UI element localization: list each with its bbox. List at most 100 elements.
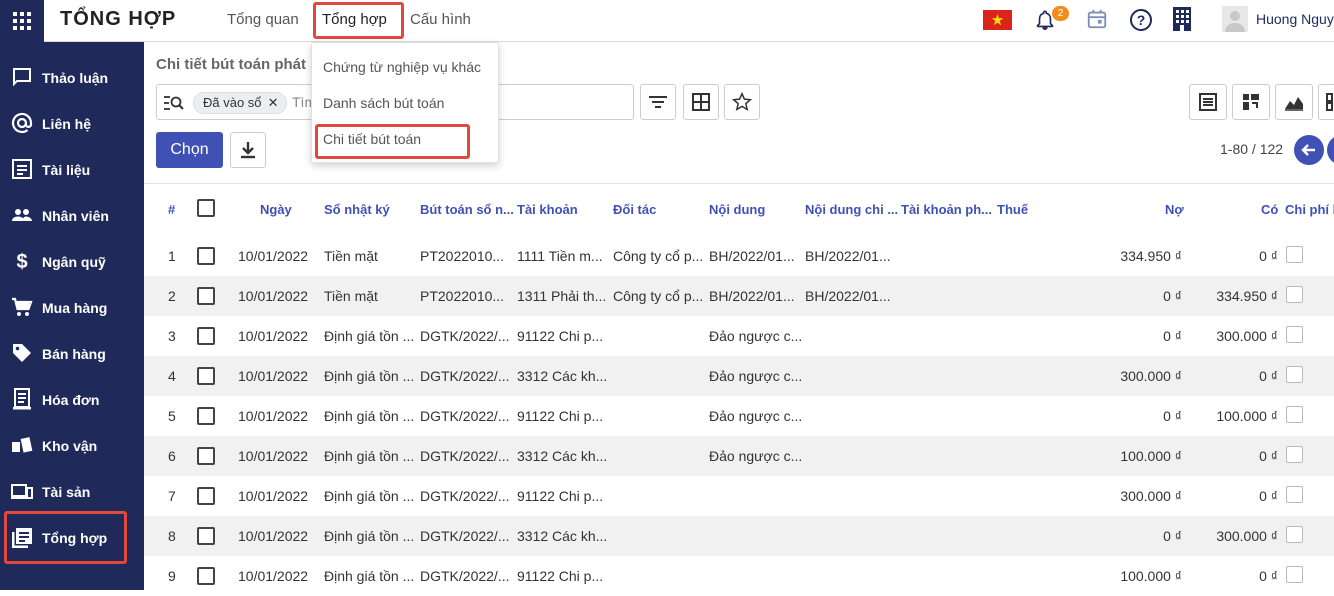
table-row[interactable]: 4 10/01/2022 Định giá tồn ... DGTK/2022/...… <box>144 356 1334 396</box>
row-checkbox[interactable] <box>197 487 215 505</box>
cell-but-toan: DGTK/2022/... <box>420 328 510 344</box>
breadcrumb[interactable]: Chi tiết bút toán phát si <box>156 56 323 73</box>
close-icon[interactable]: ✕ <box>268 95 279 111</box>
download-button[interactable] <box>230 132 266 168</box>
filter-icon <box>649 96 667 108</box>
row-checkbox[interactable] <box>197 287 215 305</box>
notification-badge: 2 <box>1052 6 1069 21</box>
cell-ngay: 10/01/2022 <box>238 568 309 584</box>
svg-text:?: ? <box>1137 12 1146 28</box>
list-view-button[interactable] <box>1189 84 1227 120</box>
pager-next-button[interactable] <box>1327 135 1334 165</box>
column-header-no[interactable]: Nợ <box>1165 202 1184 217</box>
cell-so-nhat-ky: Định giá tồn ... <box>324 568 415 584</box>
company-icon[interactable] <box>1172 6 1192 37</box>
cost-checkbox[interactable] <box>1286 366 1303 383</box>
table-row[interactable]: 3 10/01/2022 Định giá tồn ... DGTK/2022/...… <box>144 316 1334 356</box>
column-header-chi-phi[interactable]: Chi phí k <box>1285 202 1334 217</box>
table-row[interactable]: 5 10/01/2022 Định giá tồn ... DGTK/2022/...… <box>144 396 1334 436</box>
sidebar-item-label: Hóa đơn <box>42 392 100 408</box>
column-header-tai-khoan[interactable]: Tài khoản <box>517 202 578 217</box>
sidebar-item-kho-van[interactable]: Kho vận <box>0 433 144 473</box>
sidebar-item-label: Nhân viên <box>42 208 109 224</box>
pager-previous-button[interactable] <box>1294 135 1324 165</box>
cell-but-toan: PT2022010... <box>420 248 505 264</box>
table-row[interactable]: 9 10/01/2022 Định giá tồn ... DGTK/2022/...… <box>144 556 1334 596</box>
cost-checkbox[interactable] <box>1286 246 1303 263</box>
column-header-ngay[interactable]: Ngày <box>260 202 292 217</box>
menu-cau-hinh[interactable]: Cấu hình <box>410 11 471 28</box>
cost-checkbox[interactable] <box>1286 446 1303 463</box>
row-checkbox[interactable] <box>197 407 215 425</box>
menu-tong-quan[interactable]: Tổng quan <box>227 11 299 28</box>
cell-noi-dung: Đảo ngược c... <box>709 448 803 464</box>
cell-co: 0 ₫ <box>1259 568 1278 584</box>
dropdown-item-danh-sach-but-toan[interactable]: Danh sách bút toán <box>323 95 444 111</box>
cost-checkbox[interactable] <box>1286 526 1303 543</box>
pager-value[interactable]: 1-80 / 122 <box>1220 141 1283 157</box>
cell-so-nhat-ky: Định giá tồn ... <box>324 488 415 504</box>
column-header-so-nhat-ky[interactable]: Sổ nhật ký <box>324 202 390 217</box>
sidebar-item-ngan-quy[interactable]: $ Ngân quỹ <box>0 249 144 289</box>
cost-checkbox[interactable] <box>1286 486 1303 503</box>
cost-checkbox[interactable] <box>1286 286 1303 303</box>
cell-so-nhat-ky: Định giá tồn ... <box>324 448 415 464</box>
table-row[interactable]: 8 10/01/2022 Định giá tồn ... DGTK/2022/...… <box>144 516 1334 556</box>
list-view-icon <box>1199 93 1217 111</box>
row-checkbox[interactable] <box>197 527 215 545</box>
row-checkbox[interactable] <box>197 327 215 345</box>
column-header-but-toan[interactable]: Bút toán sổ n... <box>420 202 514 217</box>
cell-ngay: 10/01/2022 <box>238 368 309 384</box>
kanban-view-button[interactable] <box>1318 84 1334 120</box>
cell-tai-khoan: 3312 Các kh... <box>517 448 608 464</box>
facet-da-vao-so: Đã vào sổ ✕ <box>193 92 287 114</box>
pivot-view-button[interactable] <box>1232 84 1270 120</box>
sidebar-item-label: Kho vận <box>42 438 98 454</box>
cost-checkbox[interactable] <box>1286 326 1303 343</box>
highlight-box-dropdown <box>315 124 470 159</box>
column-header-thue[interactable]: Thuế <box>997 202 1028 217</box>
filter-button[interactable] <box>640 84 676 120</box>
cell-so-nhat-ky: Định giá tồn ... <box>324 328 415 344</box>
group-by-button[interactable] <box>683 84 719 120</box>
avatar[interactable] <box>1222 6 1248 37</box>
column-header-noi-dung-chi-tiet[interactable]: Nội dung chi ... <box>805 202 898 217</box>
graph-view-button[interactable] <box>1275 84 1313 120</box>
cell-ngay: 10/01/2022 <box>238 328 309 344</box>
sidebar-item-nhan-vien[interactable]: Nhân viên <box>0 203 144 243</box>
sidebar-item-mua-hang[interactable]: Mua hàng <box>0 295 144 335</box>
cell-noi-dung: BH/2022/01... <box>709 248 795 264</box>
column-header-co[interactable]: Có <box>1261 202 1278 217</box>
dropdown-item-chung-tu[interactable]: Chứng từ nghiệp vụ khác <box>323 59 481 75</box>
sidebar-item-tai-lieu[interactable]: Tài liệu <box>0 157 144 197</box>
help-icon[interactable]: ? <box>1129 8 1153 37</box>
favorites-button[interactable] <box>724 84 760 120</box>
cell-number: 2 <box>168 288 176 304</box>
column-header-tai-khoan-phu[interactable]: Tài khoản ph... <box>901 202 992 217</box>
row-checkbox[interactable] <box>197 367 215 385</box>
select-all-checkbox[interactable] <box>197 199 215 217</box>
cost-checkbox[interactable] <box>1286 406 1303 423</box>
select-button[interactable]: Chọn <box>156 132 223 168</box>
sidebar-item-hoa-don[interactable]: Hóa đơn <box>0 387 144 427</box>
column-header-noi-dung[interactable]: Nội dung <box>709 202 765 217</box>
user-name[interactable]: Huong Nguye <box>1256 11 1334 27</box>
column-header-doi-tac[interactable]: Đối tác <box>613 202 656 217</box>
sidebar-item-lien-he[interactable]: Liên hệ <box>0 111 144 151</box>
row-checkbox[interactable] <box>197 567 215 585</box>
apps-menu-button[interactable] <box>0 0 44 42</box>
calendar-icon[interactable] <box>1086 8 1108 35</box>
cell-tai-khoan: 3312 Các kh... <box>517 528 608 544</box>
sidebar-item-thao-luan[interactable]: Thảo luận <box>0 65 144 105</box>
vietnam-flag-icon[interactable] <box>983 10 1012 35</box>
table-row[interactable]: 6 10/01/2022 Định giá tồn ... DGTK/2022/...… <box>144 436 1334 476</box>
sidebar-item-label: Tài sản <box>42 484 91 500</box>
table-row[interactable]: 1 10/01/2022 Tiền mặt PT2022010... 1111 Tiền… <box>144 236 1334 276</box>
cart-icon <box>12 297 33 316</box>
row-checkbox[interactable] <box>197 247 215 265</box>
sidebar-item-ban-hang[interactable]: Bán hàng <box>0 341 144 381</box>
table-row[interactable]: 2 10/01/2022 Tiền mặt PT2022010... 1311 Phải… <box>144 276 1334 316</box>
row-checkbox[interactable] <box>197 447 215 465</box>
table-row[interactable]: 7 10/01/2022 Định giá tồn ... DGTK/2022/...… <box>144 476 1334 516</box>
cost-checkbox[interactable] <box>1286 566 1303 583</box>
